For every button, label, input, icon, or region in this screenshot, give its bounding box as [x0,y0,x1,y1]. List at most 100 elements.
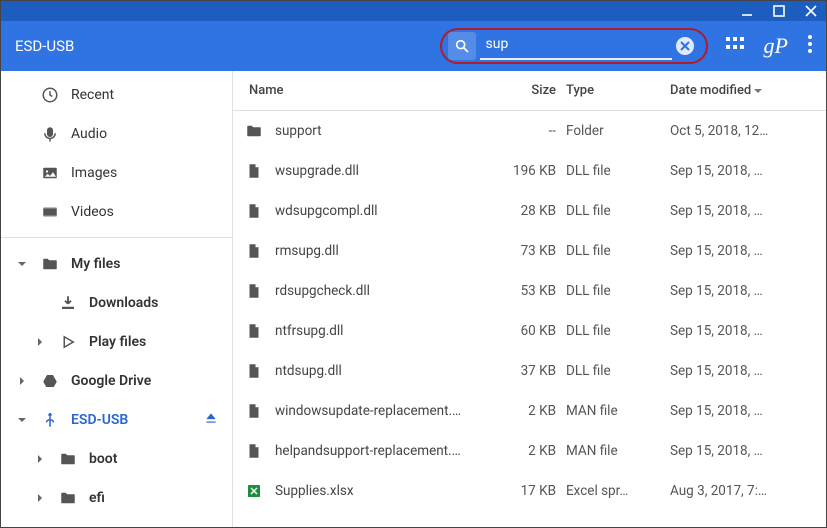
file-size: 73 KB [488,243,566,259]
sidebar-item-efi[interactable]: efi [1,478,232,517]
file-icon [245,362,267,380]
file-icon [245,402,267,420]
maximize-button[interactable] [772,4,786,18]
file-icon [245,242,267,260]
folder-icon [245,122,267,140]
eject-button[interactable] [204,411,218,429]
chevron-right-icon [33,454,47,464]
sidebar-item-google-drive[interactable]: Google Drive [1,361,232,400]
file-size: 37 KB [488,363,566,379]
sidebar-item-label: Recent [71,87,114,103]
file-row[interactable]: windowsupdate-replacement.…2 KBMAN fileS… [233,391,826,431]
file-size: 28 KB [488,203,566,219]
file-icon [245,282,267,300]
sidebar-item-label: Play files [89,334,146,350]
file-row[interactable]: rmsupg.dll73 KBDLL fileSep 15, 2018, … [233,231,826,271]
file-icon [245,202,267,220]
file-name: helpandsupport-replacement.… [267,443,488,459]
file-type: DLL file [566,243,670,259]
search-input[interactable] [480,32,672,60]
file-name: wsupgrade.dll [267,163,488,179]
grid-view-button[interactable] [726,35,744,57]
file-type: DLL file [566,283,670,299]
sidebar-item-label: My files [71,256,120,272]
file-row[interactable]: ntdsupg.dll37 KBDLL fileSep 15, 2018, … [233,351,826,391]
sidebar: Recent Audio Images Videos My files Download… [1,71,233,527]
file-date: Sep 15, 2018, … [670,163,814,179]
sidebar-item-images[interactable]: Images [1,153,232,192]
file-type: MAN file [566,403,670,419]
file-list: Name Size Type Date modified support--Fo… [233,71,826,527]
file-date: Sep 15, 2018, … [670,203,814,219]
minimize-button[interactable] [740,4,754,18]
file-icon [245,322,267,340]
search-icon [454,38,470,54]
chevron-right-icon [15,376,29,386]
file-date: Sep 15, 2018, … [670,403,814,419]
folder-icon-icon [57,450,79,468]
file-name: ntdsupg.dll [267,363,488,379]
xlsx-icon [245,482,267,500]
download-icon [57,294,79,312]
chevron-right-icon [33,337,47,347]
folder-icon-icon [57,489,79,507]
file-size: 53 KB [488,283,566,299]
file-name: windowsupdate-replacement.… [267,403,488,419]
file-date: Sep 15, 2018, … [670,243,814,259]
search-button[interactable] [448,32,476,60]
file-type: DLL file [566,163,670,179]
clear-search-button[interactable] [676,37,694,55]
video-icon [39,203,61,221]
file-row[interactable]: rdsupgcheck.dll53 KBDLL fileSep 15, 2018… [233,271,826,311]
sidebar-item-label: Google Drive [71,373,151,389]
sidebar-item-label: Audio [71,126,107,142]
file-name: wdsupgcompl.dll [267,203,488,219]
sort-desc-icon [753,86,763,96]
file-name: ntfrsupg.dll [267,323,488,339]
close-button[interactable] [804,4,818,18]
file-row[interactable]: ntfrsupg.dll60 KBDLL fileSep 15, 2018, … [233,311,826,351]
sidebar-item-label: Videos [71,204,114,220]
file-name: rmsupg.dll [267,243,488,259]
more-menu-button[interactable] [808,35,812,57]
chevron-right-icon [33,493,47,503]
file-size: 17 KB [488,483,566,499]
audio-icon [39,125,61,143]
file-size: 60 KB [488,323,566,339]
sidebar-item-label: ESD-USB [71,412,128,428]
sidebar-item-videos[interactable]: Videos [1,192,232,231]
column-header-name[interactable]: Name [245,83,488,98]
column-header-size[interactable]: Size [488,83,566,98]
logo: gP [764,33,788,59]
sidebar-item-downloads[interactable]: Downloads [1,283,232,322]
file-type: MAN file [566,443,670,459]
column-header-date[interactable]: Date modified [670,83,814,98]
file-row[interactable]: support--FolderOct 5, 2018, 12… [233,111,826,151]
file-name: Supplies.xlsx [267,483,488,499]
sidebar-item-my-files[interactable]: My files [1,244,232,283]
file-date: Sep 15, 2018, … [670,323,814,339]
file-type: DLL file [566,203,670,219]
file-row[interactable]: wsupgrade.dll196 KBDLL fileSep 15, 2018,… [233,151,826,191]
sidebar-item-label: boot [89,451,117,467]
sidebar-item-play-files[interactable]: Play files [1,322,232,361]
grid-icon [726,35,744,53]
file-row[interactable]: Supplies.xlsx17 KBExcel spr…Aug 3, 2017,… [233,471,826,511]
sidebar-item-boot[interactable]: boot [1,439,232,478]
file-row[interactable]: helpandsupport-replacement.…2 KBMAN file… [233,431,826,471]
file-type: Folder [566,123,670,139]
file-date: Oct 5, 2018, 12… [670,123,814,139]
column-header-type[interactable]: Type [566,83,670,98]
file-size: 2 KB [488,403,566,419]
file-row[interactable]: wdsupgcompl.dll28 KBDLL fileSep 15, 2018… [233,191,826,231]
sidebar-item-label: Images [71,165,117,181]
file-date: Sep 15, 2018, … [670,363,814,379]
google-drive-icon-icon [39,372,61,390]
play-icon [57,333,79,351]
file-size: 196 KB [488,163,566,179]
sidebar-item-recent[interactable]: Recent [1,75,232,114]
usb-icon-icon [39,411,61,429]
sidebar-item-esd-usb[interactable]: ESD-USB [1,400,232,439]
sidebar-item-audio[interactable]: Audio [1,114,232,153]
file-date: Sep 15, 2018, … [670,443,814,459]
